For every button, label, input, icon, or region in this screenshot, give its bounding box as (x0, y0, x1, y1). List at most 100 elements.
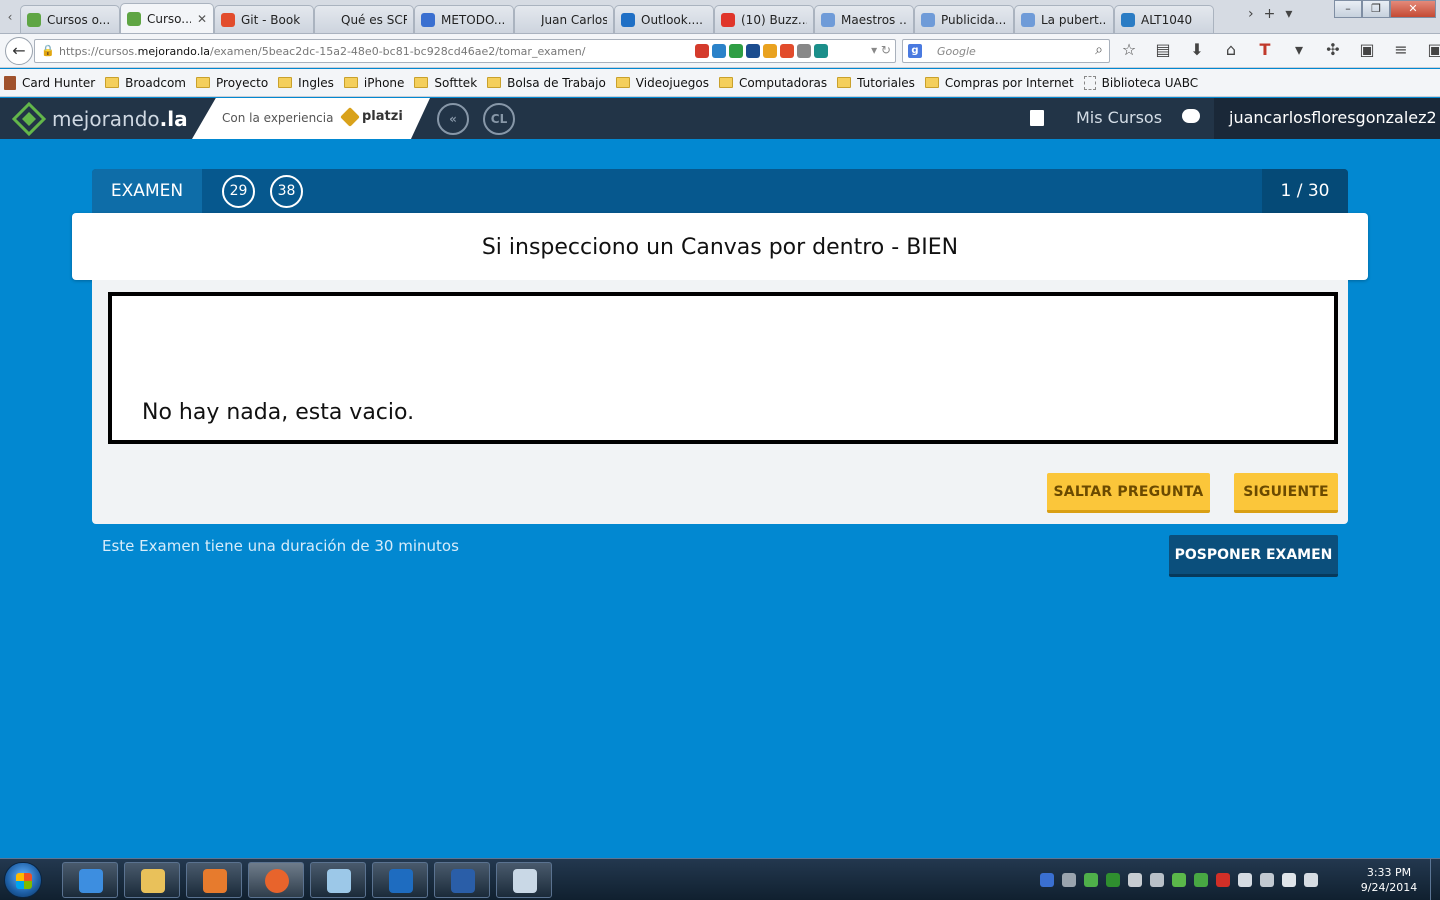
tray-icon[interactable] (1128, 873, 1142, 887)
extension-box-icon[interactable]: ▣ (1356, 40, 1378, 59)
tab-scroll-left-icon[interactable]: ‹ (2, 6, 18, 28)
browser-tab-strip: ‹ Cursos o... Curso... ✕ Git - Book Qué es S… (0, 0, 1440, 34)
tray-icon[interactable] (1172, 873, 1186, 887)
postpone-exam-button[interactable]: POSPONER EXAMEN (1169, 535, 1338, 577)
system-clock[interactable]: 3:33 PM 9/24/2014 (1358, 865, 1420, 895)
tray-icon[interactable] (1062, 873, 1076, 887)
browser-tab[interactable]: Git - Book (214, 5, 314, 33)
reload-icon[interactable]: ▾ ↻ (871, 43, 891, 57)
extension-square-icon[interactable]: ▣ (1424, 40, 1440, 59)
menu-icon[interactable]: ≡ (1390, 40, 1412, 59)
browser-tab[interactable]: METODO... (414, 5, 514, 33)
courses-cards-icon[interactable] (1030, 110, 1044, 126)
download-icon[interactable]: ⬇ (1186, 40, 1208, 59)
home-icon[interactable]: ⌂ (1220, 40, 1242, 59)
browser-tab[interactable]: Qué es SCRU... (314, 5, 414, 33)
extension-t-icon[interactable]: T (1254, 40, 1276, 59)
url-text[interactable]: https://cursos.mejorando.la/examen/5beac… (59, 45, 585, 58)
tray-icon[interactable] (1194, 873, 1208, 887)
browser-tab[interactable]: Maestros ... (814, 5, 914, 33)
user-menu[interactable]: juancarlosfloresgonzalez2 (1214, 98, 1440, 139)
bookmark-item[interactable]: Biblioteca UABC (1083, 75, 1198, 90)
show-desktop-button[interactable] (1430, 859, 1440, 900)
close-tab-icon[interactable]: ✕ (197, 12, 207, 26)
search-field[interactable]: g Google ⌕ (902, 39, 1110, 63)
bookmark-label: Tutoriales (857, 75, 915, 90)
google-search-icon[interactable]: g (908, 44, 922, 58)
tray-icon[interactable] (1106, 873, 1120, 887)
next-button[interactable]: SIGUIENTE (1234, 473, 1338, 513)
extension-icon[interactable] (729, 44, 743, 58)
new-tab-icon[interactable]: + (1264, 6, 1276, 22)
username[interactable]: juancarlosfloresgonzalez2 (1229, 108, 1437, 127)
site-logo[interactable]: mejorando.la (12, 102, 188, 136)
extension-icon[interactable] (780, 44, 794, 58)
bookmark-item[interactable]: Videojuegos (615, 76, 709, 90)
start-button[interactable] (4, 862, 42, 898)
taskbar-button[interactable] (496, 862, 552, 898)
tray-icon[interactable] (1216, 873, 1230, 887)
tab-scroll-right-icon[interactable]: › (1248, 6, 1254, 22)
tray-icon[interactable] (1260, 873, 1274, 887)
bookmark-item[interactable]: Proyecto (196, 76, 268, 90)
bookmark-item[interactable]: Softtek (414, 76, 477, 90)
extension-dropdown-icon[interactable]: ▾ (1288, 40, 1310, 59)
bookmark-item[interactable]: Tutoriales (837, 76, 915, 90)
browser-tabs: Cursos o... Curso... ✕ Git - Book Qué es SCR… (20, 3, 1214, 34)
minimize-window-icon[interactable]: – (1334, 0, 1362, 18)
tray-icon[interactable] (1084, 873, 1098, 887)
bookmark-item[interactable]: Compras por Internet (924, 76, 1074, 90)
extension-icon[interactable] (797, 44, 811, 58)
extension-icon[interactable] (695, 44, 709, 58)
taskbar-button[interactable] (124, 862, 180, 898)
browser-tab[interactable]: Juan Carlos Fl... (514, 5, 614, 33)
taskbar-button[interactable] (434, 862, 490, 898)
browser-tab[interactable]: Outlook.... (614, 5, 714, 33)
tray-icon[interactable] (1238, 873, 1252, 887)
taskbar-button[interactable] (62, 862, 118, 898)
browser-tab[interactable]: Cursos o... (20, 5, 120, 33)
back-courses-icon[interactable]: « (437, 103, 469, 135)
extension-icon[interactable] (712, 44, 726, 58)
extension-icon[interactable] (746, 44, 760, 58)
extension-puzzle-icon[interactable]: ✣ (1322, 40, 1344, 59)
taskbar-button[interactable] (248, 862, 304, 898)
browser-tab[interactable]: Curso... ✕ (120, 3, 214, 33)
mh-icon (1021, 12, 1035, 27)
extension-icon[interactable] (763, 44, 777, 58)
taskbar-button[interactable] (372, 862, 428, 898)
bookmark-item[interactable]: Computadoras (718, 76, 827, 90)
extension-icon[interactable] (814, 44, 828, 58)
platzi-logo[interactable]: platzi (340, 106, 403, 127)
nav-mis-cursos[interactable]: Mis Cursos (1076, 108, 1162, 127)
restore-window-icon[interactable]: ❐ (1362, 0, 1390, 18)
folder-icon (105, 77, 120, 88)
bookmark-item[interactable]: Card Hunter (4, 75, 95, 90)
address-bar[interactable]: 🔒 https://cursos.mejorando.la/examen/5be… (34, 39, 896, 63)
browser-tab[interactable]: Publicida... (914, 5, 1014, 33)
taskbar-button[interactable] (186, 862, 242, 898)
tab-list-icon[interactable]: ▾ (1285, 6, 1292, 22)
back-arrow-icon[interactable]: ← (5, 37, 33, 65)
browser-tab[interactable]: ALT1040 (1114, 5, 1214, 33)
tray-icon[interactable] (1040, 873, 1054, 887)
bookmark-item[interactable]: Ingles (278, 76, 334, 90)
answer-option[interactable]: No hay nada, esta vacio. (108, 292, 1338, 444)
browser-tab[interactable]: La pubert... (1014, 5, 1114, 33)
tab-label: Qué es SCRU... (341, 12, 407, 27)
bookmark-item[interactable]: iPhone (343, 76, 404, 90)
taskbar-button[interactable] (310, 862, 366, 898)
bookmark-item[interactable]: Bolsa de Trabajo (487, 76, 606, 90)
volume-icon[interactable] (1304, 873, 1318, 887)
reading-list-icon[interactable]: ▤ (1152, 40, 1174, 59)
search-icon[interactable]: ⌕ (1095, 42, 1103, 58)
chat-icon[interactable] (1182, 109, 1200, 123)
browser-tab[interactable]: (10) Buzz... (714, 5, 814, 33)
bookmark-star-icon[interactable]: ☆ (1118, 40, 1140, 59)
skip-question-button[interactable]: SALTAR PREGUNTA (1047, 473, 1210, 513)
tray-icon[interactable] (1150, 873, 1164, 887)
flag-icon[interactable] (1282, 873, 1296, 887)
close-window-icon[interactable]: ✕ (1390, 0, 1436, 18)
bookmark-item[interactable]: Broadcom (105, 76, 186, 90)
cl-icon[interactable]: CL (483, 103, 515, 135)
